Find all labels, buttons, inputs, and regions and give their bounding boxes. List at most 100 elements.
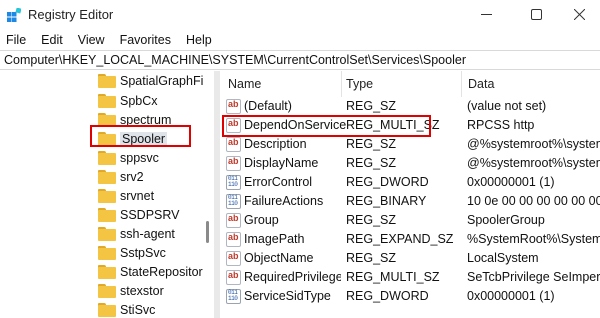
value-row-imagepath[interactable]: ab ImagePath REG_EXPAND_SZ %SystemRoot%\… [220,230,600,249]
value-row-servicesidtype[interactable]: 011 110 ServiceSidType REG_DWORD 0x000000… [220,287,600,306]
tree-item-spatialgraphfi[interactable]: SpatialGraphFi [98,71,203,91]
tree-item-label: ssh-agent [120,227,175,241]
folder-icon [98,265,116,279]
close-button[interactable] [556,0,600,28]
tree-item-label: spectrum [120,113,172,127]
folder-icon [98,132,116,146]
string-value-icon: ab [226,118,241,133]
menu-bar: File Edit View Favorites Help [0,30,600,50]
column-header-type[interactable]: Type [342,71,462,97]
folder-icon [98,227,116,241]
tree-item-label: StiSvc [120,303,156,317]
value-data: 10 0e 00 00 00 00 00 00 [467,194,600,208]
value-row-description[interactable]: ab Description REG_SZ @%systemroot%\syst… [220,135,600,154]
folder-icon [98,189,116,203]
tree-item-label: srv2 [120,170,144,184]
string-value-icon: ab [226,99,241,114]
value-name: DisplayName [244,156,319,170]
string-value-icon: ab [226,213,241,228]
tree-item-ssh-agent[interactable]: ssh-agent [98,224,175,244]
folder-icon [98,303,116,317]
value-type: REG_SZ [346,99,397,113]
tree-item-ssdpsrv[interactable]: SSDPSRV [98,205,180,225]
folder-icon [98,208,116,222]
tree-item-spooler[interactable]: Spooler [98,129,168,149]
menu-help[interactable]: Help [186,33,212,47]
value-type: REG_SZ [346,156,397,170]
tree-item-sppsvc[interactable]: sppsvc [98,148,159,168]
value-data: 0x00000001 (1) [467,289,555,303]
value-row-displayname[interactable]: ab DisplayName REG_SZ @%systemroot%\syst… [220,154,600,173]
close-icon [573,8,585,20]
value-name: ObjectName [244,251,314,265]
folder-icon [98,74,116,88]
address-bar[interactable]: Computer\HKEY_LOCAL_MACHINE\SYSTEM\Curre… [0,50,600,70]
tree-item-label: stexstor [120,284,164,298]
string-value-icon: ab [226,232,241,247]
value-row-group[interactable]: ab Group REG_SZ SpoolerGroup [220,211,600,230]
tree-item-stexstor[interactable]: stexstor [98,281,164,301]
value-data: @%systemroot%\system32\spoolsv.exe [467,137,600,151]
tree-item-spbcx[interactable]: SpbCx [98,91,158,111]
tree-item-spectrum[interactable]: spectrum [98,110,171,130]
window-title: Registry Editor [28,7,114,22]
tree-item-label: SSDPSRV [120,208,180,222]
minimize-button[interactable] [463,0,509,28]
value-name: RequiredPrivileges [244,270,341,284]
string-value-icon: ab [226,137,241,152]
maximize-icon [530,8,542,20]
value-data: RPCSS http [467,118,535,132]
value-data: (value not set) [467,99,547,113]
value-type: REG_SZ [346,213,397,227]
value-type: REG_MULTI_SZ [346,270,440,284]
address-path[interactable]: Computer\HKEY_LOCAL_MACHINE\SYSTEM\Curre… [4,53,466,67]
value-type: REG_SZ [346,137,397,151]
value-name: (Default) [244,99,292,113]
folder-icon [98,113,116,127]
value-type: REG_MULTI_SZ [346,118,440,132]
tree-item-sstpsvc[interactable]: SstpSvc [98,243,166,263]
minimize-icon [480,13,492,15]
folder-icon [98,284,116,298]
maximize-button[interactable] [513,0,559,28]
tree-item-stisvc[interactable]: StiSvc [98,300,155,318]
menu-file[interactable]: File [6,33,26,47]
tree-item-srvnet[interactable]: srvnet [98,186,154,206]
value-data: LocalSystem [467,251,539,265]
column-header-data-label: Data [468,77,495,91]
value-name: FailureActions [244,194,324,208]
menu-favorites[interactable]: Favorites [120,33,171,47]
tree-item-label: SstpSvc [120,246,166,260]
menu-view[interactable]: View [78,33,105,47]
value-name: ServiceSidType [244,289,331,303]
value-name: Group [244,213,279,227]
value-type: REG_SZ [346,251,397,265]
binary-value-icon: 011 110 [226,194,241,209]
folder-icon [98,170,116,184]
tree-item-srv2[interactable]: srv2 [98,167,144,187]
key-tree: SpatialGraphFi SpbCx spectrum Spooler sp… [0,71,212,318]
tree-item-label: SpbCx [120,94,158,108]
folder-icon [98,246,116,260]
string-value-icon: ab [226,156,241,171]
tree-scrollbar-thumb[interactable] [206,221,209,243]
tree-scrollbar[interactable] [203,71,212,318]
column-header-name[interactable]: Name [220,71,342,97]
value-name: DependOnService [244,118,347,132]
value-row-failureactions[interactable]: 011 110 FailureActions REG_BINARY 10 0e 0… [220,192,600,211]
value-row-dependonservice[interactable]: ab DependOnService REG_MULTI_SZ RPCSS ht… [220,116,600,135]
binary-value-icon: 011 110 [226,289,241,304]
value-row-requiredprivileges[interactable]: ab RequiredPrivileges REG_MULTI_SZ SeTcb… [220,268,600,287]
tree-item-label: srvnet [120,189,155,203]
value-row-errorcontrol[interactable]: 011 110 ErrorControl REG_DWORD 0x00000001… [220,173,600,192]
tree-item-staterepository[interactable]: StateRepositor [98,262,203,282]
value-row-objectname[interactable]: ab ObjectName REG_SZ LocalSystem [220,249,600,268]
value-name: Description [244,137,307,151]
value-type: REG_DWORD [346,289,429,303]
tree-item-label: Spooler [120,132,168,146]
menu-edit[interactable]: Edit [41,33,63,47]
column-header-type-label: Type [346,77,374,91]
column-header-data[interactable]: Data [462,71,600,97]
value-row-default[interactable]: ab (Default) REG_SZ (value not set) [220,97,600,116]
value-name: ErrorControl [244,175,313,189]
